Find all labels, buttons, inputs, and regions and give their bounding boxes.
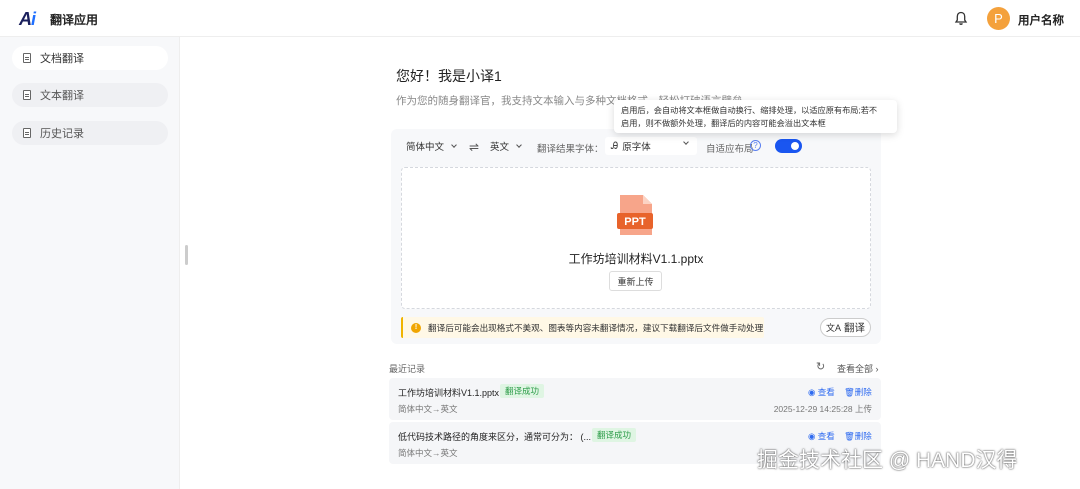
tooltip-line: 启用，则不做额外处理，翻译后的内容可能会溢出文本框 [621, 119, 826, 128]
adaptive-layout-toggle[interactable] [775, 139, 802, 153]
record-name[interactable]: 低代码技术路径的角度来区分，通常可分为： (... [398, 430, 591, 443]
bell-icon[interactable] [954, 11, 968, 26]
sidebar-item-label: 文档翻译 [40, 53, 84, 65]
view-label: 查看 [817, 387, 835, 397]
view-record-button[interactable]: ◉ 查看 [808, 386, 835, 398]
document-icon [23, 90, 31, 100]
refresh-icon[interactable]: ↻ [816, 360, 825, 373]
record-name[interactable]: 工作坊培训材料V1.1.pptx [398, 386, 499, 399]
target-language-select[interactable]: 英文 [490, 137, 522, 155]
ppt-file-icon: PPT [617, 195, 653, 235]
translate-icon: 文A [825, 323, 841, 333]
eye-icon: ◉ [808, 431, 818, 441]
view-label: 查看 [817, 431, 835, 441]
sidebar-item-history[interactable]: 历史记录 [12, 121, 168, 145]
uploaded-file-name: 工作坊培训材料V1.1.pptx [568, 252, 704, 266]
trash-icon: 🗑 [844, 431, 855, 441]
chevron-down-icon [683, 139, 689, 145]
recent-records-title: 最近记录 [389, 364, 426, 374]
sidebar-item-label: 历史记录 [40, 128, 84, 140]
record-time: 2025-12-29 14:25:28 上传 [773, 404, 872, 414]
user-name[interactable]: 用户名称 [1018, 12, 1064, 28]
help-icon[interactable]: ? [750, 140, 761, 151]
record-languages: 简体中文→英文 [398, 448, 458, 458]
sidebar-item-text-translate[interactable]: 文本翻译 [12, 83, 168, 107]
swap-languages-icon[interactable]: ⇌ [469, 140, 479, 154]
app-header: Ai 翻译应用 P 用户名称 [0, 0, 1080, 37]
warning-text: 翻译后可能会出现格式不美观、图表等内容未翻译情况，建议下载翻译后文件做手动处理 [428, 322, 764, 333]
font-select[interactable]: Ꭿ 原字体 [605, 137, 697, 155]
delete-label: 删除 [854, 431, 872, 441]
font-value: 原字体 [622, 142, 651, 153]
greeting-title: 您好！我是小译1 [396, 68, 502, 84]
source-language-value: 简体中文 [406, 142, 445, 153]
eye-icon: ◉ [808, 387, 818, 397]
translate-button[interactable]: 文A 翻译 [820, 318, 871, 337]
delete-record-button[interactable]: 🗑删除 [844, 386, 872, 398]
record-languages: 简体中文→英文 [398, 404, 458, 414]
watermark: 掘金技术社区 @ HAND汉得 [757, 449, 1018, 472]
warning-banner: ! 翻译后可能会出现格式不美观、图表等内容未翻译情况，建议下载翻译后文件做手动处… [401, 317, 764, 338]
target-language-value: 英文 [490, 142, 510, 153]
translate-button-label: 翻译 [844, 322, 865, 334]
source-language-select[interactable]: 简体中文 [406, 137, 457, 155]
status-badge: 翻译成功 [500, 384, 545, 398]
reupload-button[interactable]: 重新上传 [609, 271, 662, 291]
view-record-button[interactable]: ◉ 查看 [808, 430, 835, 442]
warning-icon: ! [411, 322, 421, 333]
ppt-label: PPT [624, 216, 646, 228]
font-label: 翻译结果字体： [537, 144, 604, 155]
delete-record-button[interactable]: 🗑删除 [844, 430, 872, 442]
history-icon [23, 128, 31, 138]
sidebar-item-label: 文本翻译 [40, 90, 84, 102]
status-badge: 翻译成功 [592, 428, 637, 442]
delete-label: 删除 [854, 387, 872, 397]
sidebar-resize-handle[interactable] [185, 245, 188, 265]
adaptive-layout-tooltip: 启用后，会自动将文本框做自动换行、缩排处理，以适应原有布局;若不 启用，则不做额… [614, 100, 897, 133]
view-all-link[interactable]: 查看全部 › [837, 362, 879, 375]
document-icon [23, 53, 31, 63]
sidebar-item-doc-translate[interactable]: 文档翻译 [12, 46, 168, 70]
chevron-down-icon [516, 141, 522, 148]
adaptive-layout-label: 自适应布局 [706, 144, 754, 155]
trash-icon: 🗑 [844, 387, 855, 397]
record-item: 工作坊培训材料V1.1.pptx 翻译成功 简体中文→英文 ◉ 查看 🗑删除 2… [389, 378, 881, 420]
chevron-down-icon [451, 141, 457, 148]
app-logo: Ai [19, 9, 36, 29]
tooltip-line: 启用后，会自动将文本框做自动换行、缩排处理，以适应原有布局;若不 [621, 106, 878, 115]
font-icon: Ꭿ [611, 140, 619, 152]
sidebar: 文档翻译 文本翻译 历史记录 [0, 37, 180, 489]
app-title: 翻译应用 [50, 13, 99, 27]
avatar[interactable]: P [987, 7, 1010, 30]
